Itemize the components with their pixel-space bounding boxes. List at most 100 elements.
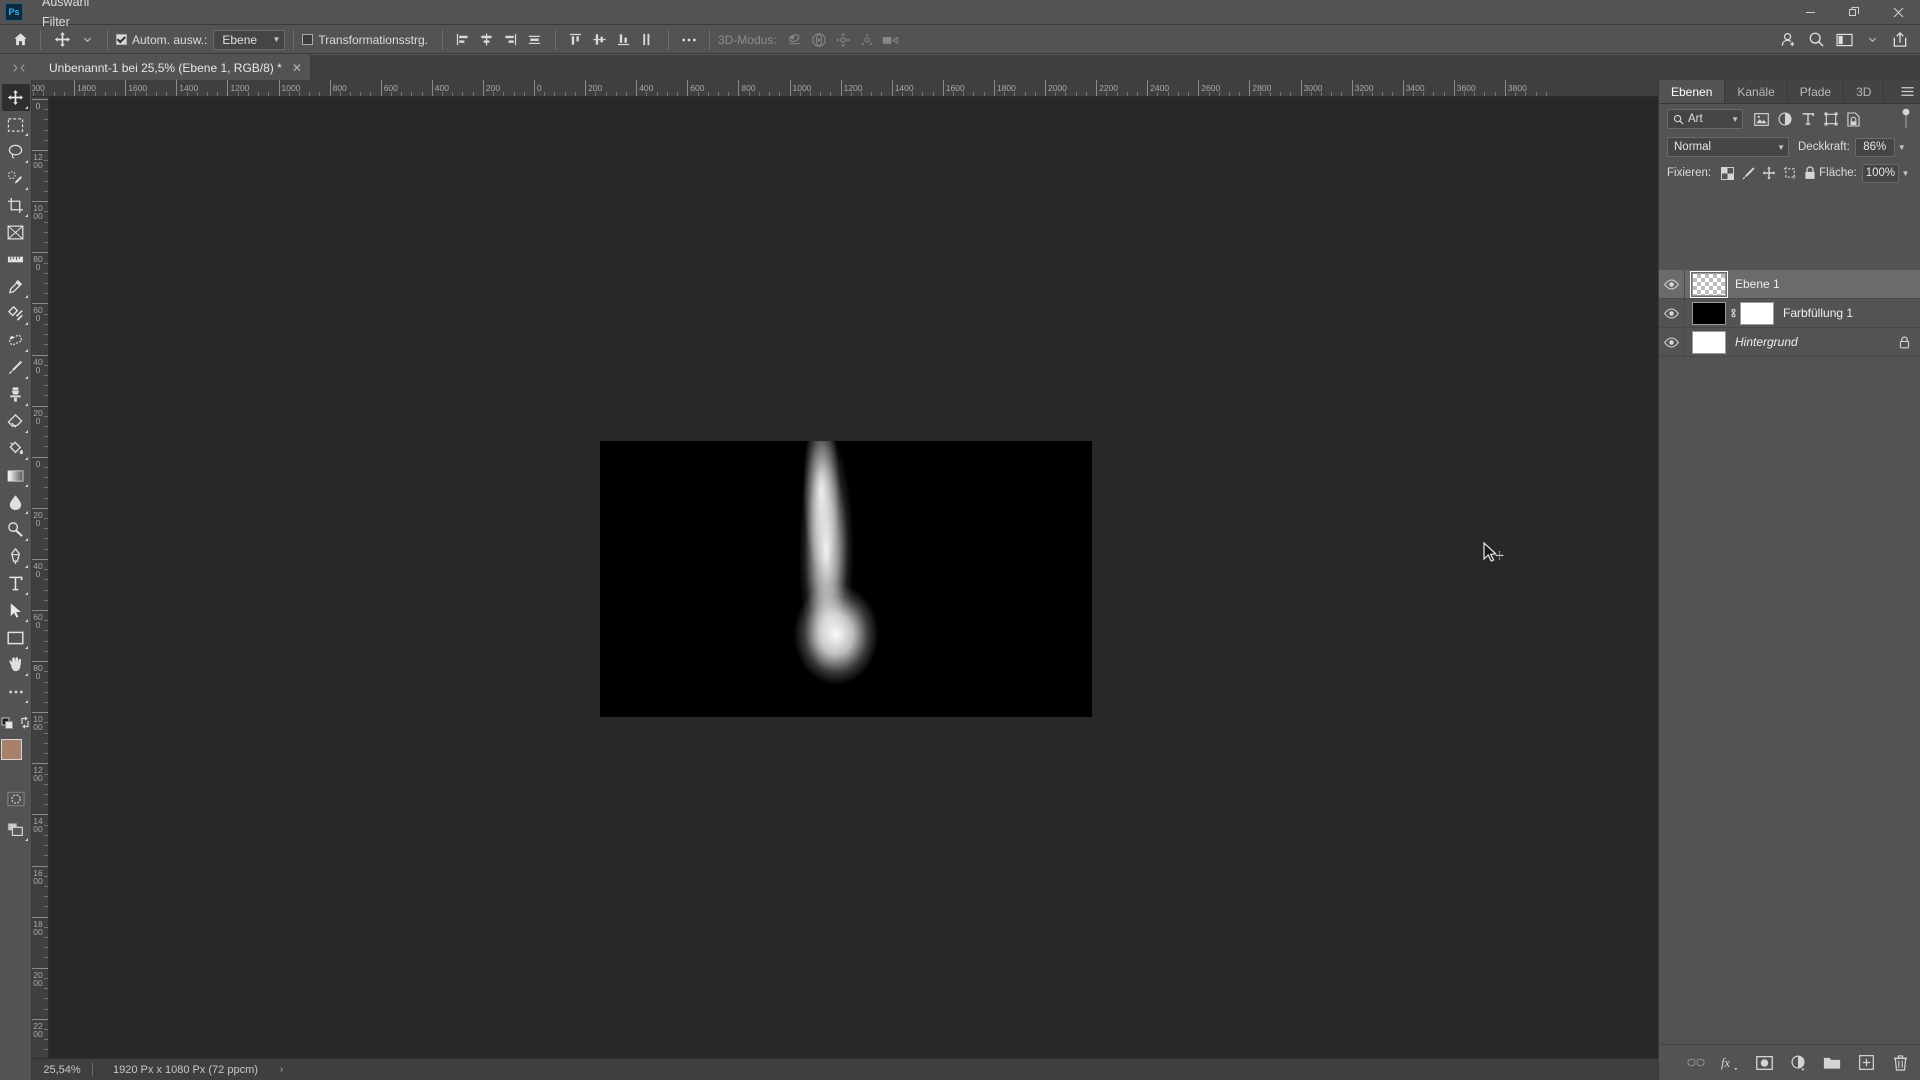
rectangular-marquee-tool[interactable]	[2, 111, 30, 138]
filter-smartobject-icon[interactable]	[1843, 109, 1864, 130]
current-tool-icon[interactable]	[49, 29, 75, 51]
canvas-area[interactable]	[49, 97, 1658, 1058]
quick-mask-icon[interactable]	[2, 785, 30, 812]
clone-stamp-tool[interactable]	[2, 381, 30, 408]
filter-pixel-icon[interactable]	[1751, 109, 1772, 130]
fill-chevron-icon[interactable]: ▼	[1899, 164, 1912, 183]
layer-row[interactable]: Farbfüllung 1	[1659, 298, 1920, 328]
auto-select-check-box-icon[interactable]	[116, 34, 127, 45]
menu-item-auswahl[interactable]: Auswahl	[33, 0, 111, 12]
layer-row[interactable]: Ebene 1	[1659, 269, 1920, 299]
user-account-icon[interactable]	[1776, 29, 1800, 51]
quick-selection-tool[interactable]	[2, 165, 30, 192]
vertical-ruler[interactable]: 0 1200 1000 800 600 400 200 0 200 400 600 800 1000 12…	[32, 97, 49, 1080]
dodge-tool[interactable]	[2, 516, 30, 543]
layer-row[interactable]: Hintergrund	[1659, 327, 1920, 357]
filter-toggle-icon[interactable]	[1900, 108, 1912, 129]
3d-pan-icon[interactable]	[831, 29, 855, 51]
align-right-edges-icon[interactable]	[499, 29, 523, 51]
search-icon[interactable]	[1804, 29, 1828, 51]
panel-tab-kan-le[interactable]: Kanäle	[1725, 80, 1788, 103]
fill-value[interactable]: 100%	[1861, 163, 1900, 183]
align-vertical-centers-icon[interactable]	[588, 29, 612, 51]
layer-name[interactable]: Hintergrund	[1726, 335, 1798, 349]
distribute-vertically-icon[interactable]	[636, 29, 660, 51]
horizontal-ruler[interactable]: 2000180016001400120010008006004002000200…	[32, 80, 1920, 97]
lock-transparency-icon[interactable]	[1719, 164, 1737, 183]
frame-tool[interactable]	[2, 219, 30, 246]
layer-name[interactable]: Farbfüllung 1	[1774, 306, 1853, 320]
rectangle-tool[interactable]	[2, 624, 30, 651]
workspace-chevron-icon[interactable]	[1860, 29, 1884, 51]
panel-tab-pfade[interactable]: Pfade	[1787, 80, 1845, 103]
opacity-value[interactable]: 86%	[1854, 137, 1895, 157]
layer-visibility-eye-icon[interactable]	[1659, 327, 1685, 357]
paint-bucket-tool[interactable]	[2, 435, 30, 462]
more-options-icon[interactable]	[677, 29, 701, 51]
filter-type-icon[interactable]	[1797, 109, 1818, 130]
document-canvas[interactable]	[600, 441, 1092, 717]
new-group-icon[interactable]	[1822, 1053, 1842, 1073]
filter-adjustment-icon[interactable]	[1774, 109, 1795, 130]
hand-tool[interactable]	[2, 651, 30, 678]
adjustment-layer-icon[interactable]	[1788, 1053, 1808, 1073]
align-horizontal-centers-icon[interactable]	[475, 29, 499, 51]
layer-mask-thumbnail[interactable]	[1740, 301, 1774, 325]
layer-style-fx-icon[interactable]: fx	[1720, 1053, 1740, 1073]
gradient-tool[interactable]	[2, 462, 30, 489]
type-tool[interactable]	[2, 570, 30, 597]
patch-tool[interactable]	[2, 327, 30, 354]
panel-menu-icon[interactable]	[1894, 80, 1920, 103]
close-icon[interactable]: ✕	[292, 61, 302, 75]
crop-tool[interactable]	[2, 192, 30, 219]
tool-preset-chevron-icon[interactable]	[75, 29, 99, 51]
ruler-tool[interactable]	[2, 246, 30, 273]
delete-layer-icon[interactable]	[1890, 1053, 1910, 1073]
lock-image-icon[interactable]	[1740, 164, 1758, 183]
collapse-arrows-icon[interactable]	[0, 55, 37, 80]
eraser-tool[interactable]	[2, 408, 30, 435]
foreground-color-swatch[interactable]	[0, 739, 22, 760]
document-tab[interactable]: Unbenannt-1 bei 25,5% (Ebene 1, RGB/8) *…	[37, 55, 311, 80]
3d-zoom-camera-icon[interactable]	[879, 29, 903, 51]
status-expand-icon[interactable]: ›	[258, 1064, 283, 1075]
layer-name[interactable]: Ebene 1	[1726, 277, 1780, 291]
align-bottom-edges-icon[interactable]	[612, 29, 636, 51]
eyedropper-tool[interactable]	[2, 273, 30, 300]
layer-thumbnail[interactable]	[1692, 301, 1726, 325]
pen-tool[interactable]	[2, 543, 30, 570]
layer-thumbnail[interactable]	[1690, 270, 1728, 298]
align-left-edges-icon[interactable]	[451, 29, 475, 51]
minimize-button[interactable]	[1788, 0, 1832, 25]
blur-tool[interactable]	[2, 489, 30, 516]
3d-slide-icon[interactable]	[855, 29, 879, 51]
auto-select-checkbox[interactable]: Autom. ausw.:	[116, 33, 213, 47]
lock-all-icon[interactable]	[1801, 164, 1819, 183]
new-layer-icon[interactable]	[1856, 1053, 1876, 1073]
opacity-chevron-icon[interactable]: ▼	[1895, 138, 1909, 157]
share-icon[interactable]	[1888, 29, 1912, 51]
lasso-tool[interactable]	[2, 138, 30, 165]
link-layers-icon[interactable]	[1686, 1053, 1706, 1073]
edit-toolbar-button[interactable]	[2, 678, 30, 705]
move-tool[interactable]	[1, 84, 30, 111]
transform-controls-checkbox[interactable]: Transformationsstrg.	[302, 33, 434, 47]
3d-roll-icon[interactable]	[807, 29, 831, 51]
3d-orbit-icon[interactable]	[783, 29, 807, 51]
workspace-switcher-icon[interactable]	[1832, 29, 1856, 51]
align-top-edges-icon[interactable]	[564, 29, 588, 51]
filter-kind-dropdown[interactable]: Art ▼	[1667, 109, 1743, 129]
zoom-level[interactable]: 25,54%	[32, 1064, 92, 1076]
brush-tool[interactable]	[2, 354, 30, 381]
lock-position-icon[interactable]	[1760, 164, 1778, 183]
screen-mode-icon[interactable]	[2, 816, 30, 843]
restore-button[interactable]	[1832, 0, 1876, 25]
path-selection-tool[interactable]	[2, 597, 30, 624]
distribute-horizontally-icon[interactable]	[523, 29, 547, 51]
transform-controls-check-box-icon[interactable]	[302, 34, 314, 45]
layer-visibility-eye-icon[interactable]	[1659, 269, 1685, 299]
home-icon[interactable]	[8, 29, 32, 51]
filter-shape-icon[interactable]	[1820, 109, 1841, 130]
close-button[interactable]	[1876, 0, 1920, 25]
auto-select-scope-dropdown[interactable]: Ebene ▼	[213, 29, 286, 50]
